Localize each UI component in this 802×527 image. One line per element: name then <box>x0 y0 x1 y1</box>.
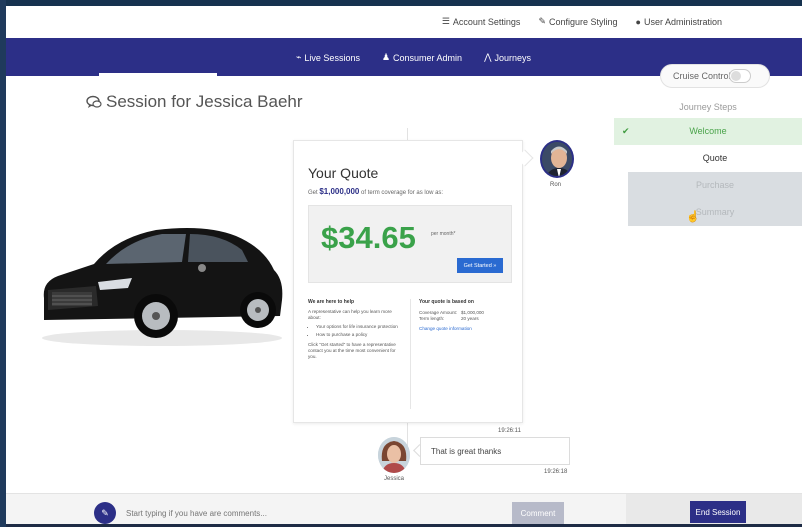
list-item: Your options for life insurance protecti… <box>316 324 404 330</box>
message-timestamp: 19:26:18 <box>544 469 568 475</box>
customer-avatar <box>378 437 410 473</box>
message-timestamp: 19:26:11 <box>498 428 521 434</box>
account-settings-link[interactable]: ☰ Account Settings <box>442 16 521 27</box>
page-title: Session for Jessica Baehr <box>86 92 303 112</box>
agent-avatar <box>540 140 574 178</box>
help-section: We are here to help A representative can… <box>308 299 404 363</box>
sliders-icon: ☰ <box>441 16 450 26</box>
pencil-icon: ✎ <box>538 16 546 26</box>
road-icon: ⋀ <box>484 52 492 62</box>
brand-placeholder <box>99 73 217 83</box>
comment-button[interactable]: Comment <box>512 502 564 524</box>
logo-area <box>80 8 200 34</box>
configure-styling-link[interactable]: ✎ Configure Styling <box>538 16 617 27</box>
quote-basis-section: Your quote is based on Coverage Amount: … <box>410 299 510 409</box>
list-item: How to purchase a policy <box>316 332 404 338</box>
end-session-button[interactable]: End Session <box>690 501 746 523</box>
change-quote-link[interactable]: Change quote information <box>419 326 510 333</box>
user-administration-link[interactable]: ● User Administration <box>636 16 722 27</box>
comment-input[interactable] <box>126 503 506 523</box>
get-started-button[interactable]: Get Started » <box>457 258 503 273</box>
app-window: ☰ Account Settings ✎ Configure Styling ●… <box>6 0 802 527</box>
customer-name: Jessica <box>384 476 405 482</box>
user-icon: ● <box>635 16 641 27</box>
paperclip-icon: ✎ <box>101 507 109 518</box>
journey-steps-heading: Journey Steps <box>679 102 737 112</box>
quote-subtitle: Get $1,000,000 of term coverage for as l… <box>308 187 444 196</box>
cruise-control-toggle[interactable] <box>729 69 751 83</box>
cruise-control: Cruise Control <box>660 64 770 88</box>
price-period: per month* <box>431 231 456 237</box>
top-utility-bar: ☰ Account Settings ✎ Configure Styling ●… <box>6 6 802 38</box>
checkmark-icon: ✔ <box>622 126 630 136</box>
users-icon: ♟ <box>381 52 391 62</box>
basis-row: Coverage Amount: $1,000,000 <box>419 309 484 315</box>
basis-row: Term length: 20 years <box>419 316 479 322</box>
composer-bar: ✎ Comment End Session <box>6 493 802 527</box>
agent-name: Ron <box>550 182 562 188</box>
step-purchase[interactable]: Purchase <box>628 172 802 199</box>
quote-title: Your Quote <box>308 165 379 181</box>
nav-journeys[interactable]: ⋀ Journeys <box>484 52 531 63</box>
nav-consumer-admin[interactable]: ♟ Consumer Admin <box>382 52 462 63</box>
journey-steps: Journey Steps ✔ Welcome Quote Purchase S… <box>614 96 802 226</box>
car-image <box>42 228 283 346</box>
chat-bubbles-icon <box>86 95 102 108</box>
nav-live-sessions[interactable]: ⌁ Live Sessions <box>296 52 360 63</box>
step-summary[interactable]: Summary <box>628 199 802 226</box>
attach-button[interactable]: ✎ <box>94 502 116 524</box>
step-welcome[interactable]: ✔ Welcome <box>614 118 802 145</box>
live-icon: ⌁ <box>296 52 302 62</box>
chat-message: That is great thanks <box>420 437 570 465</box>
price-box: $34.65 per month* Get Started » <box>308 205 512 283</box>
price-value: $34.65 <box>321 220 416 255</box>
hand-cursor-icon: ☝ <box>686 211 700 223</box>
quote-card: Your Quote Get $1,000,000 of term covera… <box>293 140 523 423</box>
step-quote[interactable]: Quote <box>628 145 802 172</box>
